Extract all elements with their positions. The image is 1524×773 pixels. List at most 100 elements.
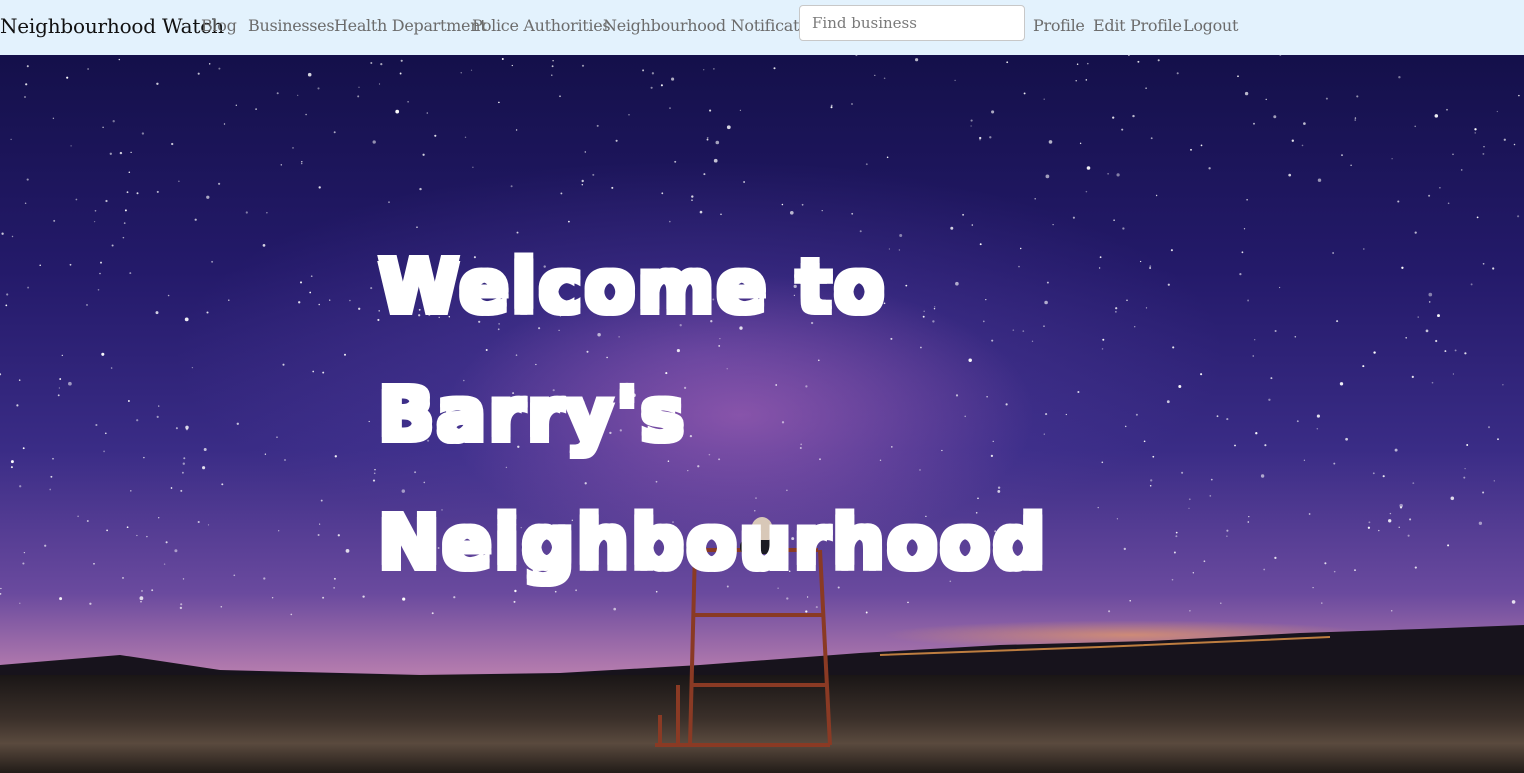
star — [301, 160, 303, 163]
star — [596, 124, 599, 127]
star — [1226, 535, 1228, 537]
star — [122, 576, 124, 579]
star — [52, 457, 54, 460]
nav-link-blog[interactable]: Blog — [201, 16, 237, 35]
star — [1274, 556, 1277, 560]
star — [1149, 267, 1152, 269]
star — [1264, 444, 1267, 447]
star — [400, 59, 403, 62]
star — [317, 87, 320, 90]
star — [651, 72, 655, 75]
star — [1391, 158, 1393, 160]
star — [1397, 200, 1400, 203]
star — [1417, 316, 1419, 318]
star — [1152, 455, 1155, 458]
star — [292, 147, 294, 149]
star — [191, 366, 194, 369]
star — [1474, 128, 1477, 131]
nav-link-neighbourhood-notifications[interactable]: Neighbourhood Notifications — [603, 16, 831, 35]
star — [1087, 62, 1089, 65]
star — [1246, 199, 1248, 201]
star — [140, 601, 142, 603]
hero-banner: Welcome to Barry's Neighbourhood — [0, 55, 1524, 773]
star — [472, 166, 474, 168]
star — [388, 201, 390, 204]
star — [184, 317, 189, 322]
star — [23, 551, 26, 554]
star — [1409, 518, 1412, 521]
hero-title: Welcome to Barry's Neighbourhood — [378, 223, 1138, 607]
star — [1210, 478, 1213, 481]
star — [22, 562, 25, 565]
star — [1425, 329, 1429, 333]
star — [141, 132, 145, 135]
nav-link-police-authorities[interactable]: Police Authorities — [472, 16, 611, 35]
star — [305, 113, 307, 116]
star — [262, 244, 266, 247]
nav-link-edit-profile[interactable]: Edit Profile — [1093, 16, 1182, 35]
star — [206, 311, 209, 314]
star — [26, 65, 29, 68]
star — [1294, 336, 1297, 338]
star — [44, 544, 47, 547]
navbar: Neighbourhood Watch Blog Businesses Heal… — [0, 0, 1524, 55]
star — [1367, 526, 1371, 529]
star — [1398, 526, 1400, 528]
star — [310, 275, 313, 278]
star — [1296, 420, 1299, 423]
star — [1336, 320, 1339, 323]
star — [1150, 479, 1153, 482]
star — [1237, 75, 1239, 78]
star — [661, 192, 664, 195]
star — [1270, 377, 1273, 380]
star — [650, 86, 653, 89]
star — [1247, 299, 1250, 302]
star — [713, 68, 715, 70]
star — [1268, 398, 1271, 401]
star — [318, 303, 320, 306]
star — [551, 65, 554, 68]
star — [10, 466, 13, 469]
nav-link-profile[interactable]: Profile — [1033, 16, 1085, 35]
star — [368, 420, 370, 423]
star — [307, 72, 312, 77]
nav-link-businesses[interactable]: Businesses — [248, 16, 335, 35]
star — [206, 195, 210, 199]
star — [1483, 146, 1485, 148]
star — [19, 602, 21, 605]
star — [1239, 273, 1242, 276]
star — [865, 163, 868, 166]
star — [1454, 349, 1457, 352]
star — [1399, 506, 1403, 509]
star — [203, 448, 207, 451]
nav-link-logout[interactable]: Logout — [1183, 16, 1238, 35]
star — [865, 611, 868, 614]
star — [39, 264, 41, 266]
star — [50, 475, 53, 478]
star — [1085, 79, 1088, 81]
star — [126, 191, 129, 194]
star — [87, 68, 89, 70]
star — [581, 64, 585, 67]
star — [1255, 432, 1258, 435]
star — [77, 515, 79, 518]
star — [1450, 496, 1455, 501]
star — [156, 82, 159, 85]
star — [139, 596, 144, 601]
star — [1478, 521, 1483, 525]
star — [1356, 95, 1359, 98]
star — [25, 83, 28, 86]
star — [1398, 76, 1401, 79]
star — [1411, 375, 1414, 379]
nav-link-health-department[interactable]: Health Department — [334, 16, 487, 35]
find-business-input[interactable] — [799, 5, 1025, 41]
brand-link[interactable]: Neighbourhood Watch — [0, 14, 224, 38]
star — [883, 77, 886, 80]
star — [357, 95, 360, 98]
star — [344, 353, 346, 356]
star — [1150, 137, 1153, 140]
star — [276, 436, 278, 438]
star — [298, 301, 301, 304]
star — [1434, 114, 1439, 118]
star — [1188, 498, 1191, 501]
